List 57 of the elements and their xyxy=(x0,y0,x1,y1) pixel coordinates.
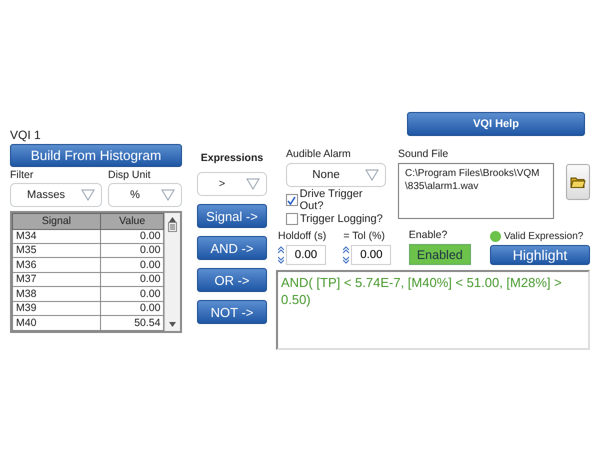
table-cell: 0.00 xyxy=(100,286,164,302)
expressions-label: Expressions xyxy=(200,152,264,164)
scroll-down-icon[interactable] xyxy=(169,322,176,327)
holdoff-label: Holdoff (s) xyxy=(278,230,328,242)
table-cell: 0.00 xyxy=(100,272,164,287)
table-cell: M35 xyxy=(12,244,100,258)
enable-label: Enable? xyxy=(408,229,448,241)
expression-button[interactable]: OR -> xyxy=(197,268,267,292)
highlight-button[interactable]: Highlight xyxy=(490,245,590,265)
build-from-histogram-button[interactable]: Build From Histogram xyxy=(10,144,182,167)
column-header: Signal xyxy=(12,214,100,230)
table-cell: 0.00 xyxy=(100,301,164,316)
checkbox-label: Drive Trigger Out? xyxy=(300,188,364,212)
expression-button[interactable]: NOT -> xyxy=(197,300,267,324)
audible-alarm-dropdown[interactable]: None xyxy=(286,163,386,187)
table-cell: M39 xyxy=(12,301,100,316)
dropdown-arrow-icon xyxy=(81,189,95,201)
folder-icon xyxy=(570,176,586,188)
table-cell: M34 xyxy=(12,229,100,244)
checkbox-label: Trigger Logging? xyxy=(300,213,383,225)
dropdown-arrow-icon xyxy=(365,169,379,181)
dropdown-arrow-icon xyxy=(246,178,260,190)
table-cell: 0.00 xyxy=(100,229,164,244)
disp-unit-label: Disp Unit xyxy=(108,169,152,181)
checkbox[interactable] xyxy=(286,213,298,225)
audible-alarm-label: Audible Alarm xyxy=(286,148,352,160)
panel-title: VQI 1 xyxy=(10,128,42,142)
folder-button[interactable] xyxy=(566,164,590,200)
checkbox[interactable] xyxy=(286,194,298,206)
valid-expression-label: Valid Expression? xyxy=(504,231,584,242)
table-cell: 50.54 xyxy=(100,316,164,330)
table-cell: M38 xyxy=(12,286,100,302)
table-cell: 0.00 xyxy=(100,244,164,258)
holdoff-input[interactable]: 0.00 xyxy=(286,245,326,265)
sound-file-field[interactable]: C:\Program Files\Brooks\VQM\835\alarm1.wav xyxy=(398,163,554,219)
scrollbar[interactable] xyxy=(164,213,180,331)
table-cell: M40 xyxy=(12,316,100,330)
filter-dropdown[interactable]: Masses xyxy=(10,183,102,207)
tolerance-label: = Tol (%) xyxy=(343,230,386,242)
table-cell: 0.00 xyxy=(100,258,164,272)
expression-field[interactable]: AND( [TP] < 5.74E-7, [M40%] < 51.00, [M28%] > 0.50) xyxy=(276,270,590,350)
tolerance-input[interactable]: 0.00 xyxy=(351,245,392,265)
operator-dropdown[interactable]: > xyxy=(197,172,267,196)
table-cell: M36 xyxy=(12,258,100,272)
filter-label: Filter xyxy=(10,169,34,181)
spinner-arrows-icon[interactable] xyxy=(343,246,350,264)
expression-button[interactable]: Signal -> xyxy=(197,204,267,228)
sound-file-label: Sound File xyxy=(398,148,450,160)
column-header: Value xyxy=(100,214,164,230)
help-button[interactable]: VQI Help xyxy=(407,112,585,136)
expression-button[interactable]: AND -> xyxy=(197,236,267,260)
scroll-thumb-icon[interactable] xyxy=(168,222,178,232)
spinner-arrows-icon[interactable] xyxy=(278,246,284,264)
enable-toggle[interactable]: Enabled xyxy=(408,244,471,265)
table-cell: M37 xyxy=(12,272,100,287)
disp-unit-dropdown[interactable]: % xyxy=(108,183,182,207)
dropdown-arrow-icon xyxy=(161,189,175,201)
